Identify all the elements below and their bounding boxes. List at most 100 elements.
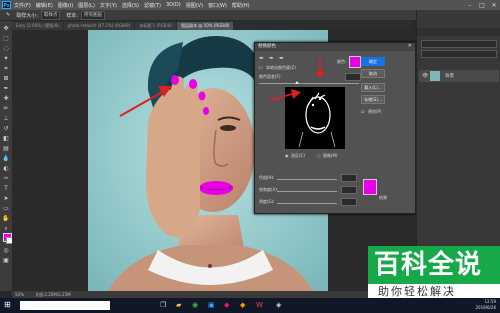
annotation-arrow (119, 86, 172, 117)
zoom-level[interactable]: 50% (15, 292, 24, 297)
blur-tool-icon[interactable]: 💧 (2, 155, 10, 163)
move-tool-icon[interactable]: ✥ (2, 25, 10, 33)
stamp-tool-icon[interactable]: ⊥ (2, 115, 10, 123)
close-icon[interactable]: ✕ (488, 2, 500, 9)
menu-view[interactable]: 视图(V) (186, 2, 203, 9)
menu-filter[interactable]: 滤镜(T) (144, 2, 161, 9)
image-radio[interactable]: ○ (317, 153, 321, 158)
photoshop-taskbar-icon[interactable]: ▣ (208, 301, 215, 309)
zoom-tool-icon[interactable]: ⌕ (2, 225, 10, 233)
fuzziness-input[interactable] (345, 73, 361, 81)
menu-window[interactable]: 窗口(W) (208, 2, 227, 9)
hand-tool-icon[interactable]: ✋ (2, 215, 10, 223)
eyedropper-plus-icon[interactable]: ✒ (269, 55, 274, 62)
preview-label: 预览(P) (368, 109, 382, 114)
taskbar-search-box[interactable] (20, 301, 110, 310)
marquee-tool-icon[interactable]: ⬚ (2, 35, 10, 43)
menu-select[interactable]: 选择(S) (122, 2, 139, 9)
preview-checkbox[interactable]: ☑ (361, 109, 365, 114)
ok-button[interactable]: 确定 (361, 57, 385, 66)
eraser-tool-icon[interactable]: ◧ (2, 135, 10, 143)
gradient-tool-icon[interactable]: ▤ (2, 145, 10, 153)
panel-tabs (417, 28, 500, 36)
watermark-subtitle: 助你轻松解决 (378, 285, 456, 298)
fuzziness-label: 颜色容差(F): (259, 74, 282, 79)
pen-tool-icon[interactable]: ✑ (2, 175, 10, 183)
file-explorer-icon[interactable]: ▰ (176, 301, 181, 309)
menu-bar: Ps 文件(F) 编辑(E) 图像(I) 图层(L) 文字(Y) 选择(S) 滤… (0, 0, 500, 10)
doc-tab-active[interactable]: 图层副本 @ 50% (RGB/8) (177, 22, 234, 30)
clock[interactable]: 12:59 2019/6/26 (475, 299, 496, 311)
browser-icon[interactable]: ◉ (192, 301, 198, 309)
eyedropper-minus-icon[interactable]: ✒ (279, 55, 284, 62)
document-tabs: Easy (2.00%) (蒙版/8) photo-retouch (47.1%… (12, 21, 412, 30)
localized-clusters-label: 本地化颜色簇(Z) (266, 65, 296, 70)
hue-slider[interactable] (277, 179, 337, 180)
photoshop-logo: Ps (2, 1, 11, 9)
layer-filter[interactable] (421, 40, 497, 48)
app-taskbar-icon[interactable]: ◆ (224, 301, 229, 309)
eye-icon[interactable]: 👁 (422, 73, 428, 79)
dialog-close-icon[interactable]: ✕ (408, 43, 412, 49)
saturation-input[interactable] (341, 186, 357, 194)
eyedropper-icon[interactable]: ✒ (2, 85, 10, 93)
menu-layer[interactable]: 图层(L) (78, 2, 95, 9)
load-button[interactable]: 载入(L)... (361, 83, 385, 92)
screen-mode-icon[interactable]: ▣ (2, 257, 10, 265)
maximize-icon[interactable]: □ (476, 2, 488, 9)
doc-tab[interactable]: Easy (2.00%) (蒙版/8) (12, 22, 63, 30)
minimize-icon[interactable]: – (464, 2, 476, 9)
lightness-slider[interactable] (277, 203, 337, 204)
healing-brush-icon[interactable]: ✚ (2, 95, 10, 103)
save-button[interactable]: 存储(S)... (361, 95, 385, 104)
menu-type[interactable]: 文字(Y) (100, 2, 117, 9)
task-view-icon[interactable]: ❐ (160, 301, 166, 309)
cancel-button[interactable]: 取消 (361, 69, 385, 78)
path-select-icon[interactable]: ➤ (2, 195, 10, 203)
result-label: 结果 (379, 195, 387, 200)
crop-tool-icon[interactable]: ⌗ (2, 65, 10, 73)
clock-date: 2019/6/26 (475, 305, 496, 310)
result-swatch[interactable] (363, 179, 377, 195)
menu-image[interactable]: 图像(I) (58, 2, 73, 9)
windows-start-icon[interactable]: ⊞ (4, 301, 12, 309)
sample-select[interactable]: 所有图层 (81, 10, 106, 20)
quick-select-tool-icon[interactable]: ✦ (2, 55, 10, 63)
lasso-tool-icon[interactable]: ◌ (2, 45, 10, 53)
eyedropper-icon[interactable]: ✒ (259, 55, 264, 62)
blend-mode-select[interactable] (421, 50, 497, 58)
sample-size-label: 取样大小: (16, 12, 38, 19)
replace-color-dialog: 替换颜色 ✕ ✒ ✒ ✒ ☐ 本地化颜色簇(Z) 颜色: 颜色容差(F): ◉ … (254, 42, 416, 214)
dodge-tool-icon[interactable]: ◐ (2, 165, 10, 173)
brush-tool-icon[interactable]: ✏ (2, 105, 10, 113)
menu-3d[interactable]: 3D(D) (166, 2, 181, 8)
layer-thumbnail (430, 71, 440, 81)
app2-taskbar-icon[interactable]: ◆ (240, 301, 245, 309)
doc-tab[interactable]: 未标题-1 (RGB/8) (135, 22, 177, 30)
annotation-arrow-dialog (268, 89, 301, 102)
type-tool-icon[interactable]: T (2, 185, 10, 193)
menu-edit[interactable]: 编辑(E) (36, 2, 53, 9)
window-controls: – □ ✕ (464, 2, 500, 9)
color-swatch[interactable] (349, 56, 361, 68)
localized-clusters-checkbox[interactable]: ☐ (259, 65, 263, 70)
lightness-label: 明度(G): (259, 199, 275, 204)
menu-file[interactable]: 文件(F) (14, 2, 31, 9)
quick-mask-icon[interactable]: ◎ (2, 247, 10, 255)
layer-row[interactable]: 👁 背景 (419, 70, 499, 82)
frame-tool-icon[interactable]: ⊠ (2, 75, 10, 83)
app3-taskbar-icon[interactable]: W (256, 301, 263, 309)
saturation-slider[interactable] (277, 191, 337, 192)
sample-size-select[interactable]: 取样点 (40, 10, 61, 20)
hue-input[interactable] (341, 174, 357, 182)
eyedropper-tool-icon[interactable]: ✎ (6, 12, 10, 18)
lightness-input[interactable] (341, 198, 357, 206)
status-bar: 50% 文档:2.25M/2.25M (12, 291, 416, 298)
doc-tab[interactable]: photo-retouch (47.1%) (RGB/8) (63, 22, 135, 30)
history-brush-icon[interactable]: ↺ (2, 125, 10, 133)
menu-help[interactable]: 帮助(H) (232, 2, 250, 9)
selection-radio[interactable]: ◉ (285, 153, 289, 158)
shape-tool-icon[interactable]: ▭ (2, 205, 10, 213)
hue-label: 色相(H): (259, 175, 275, 180)
app4-taskbar-icon[interactable]: ◈ (276, 301, 281, 309)
